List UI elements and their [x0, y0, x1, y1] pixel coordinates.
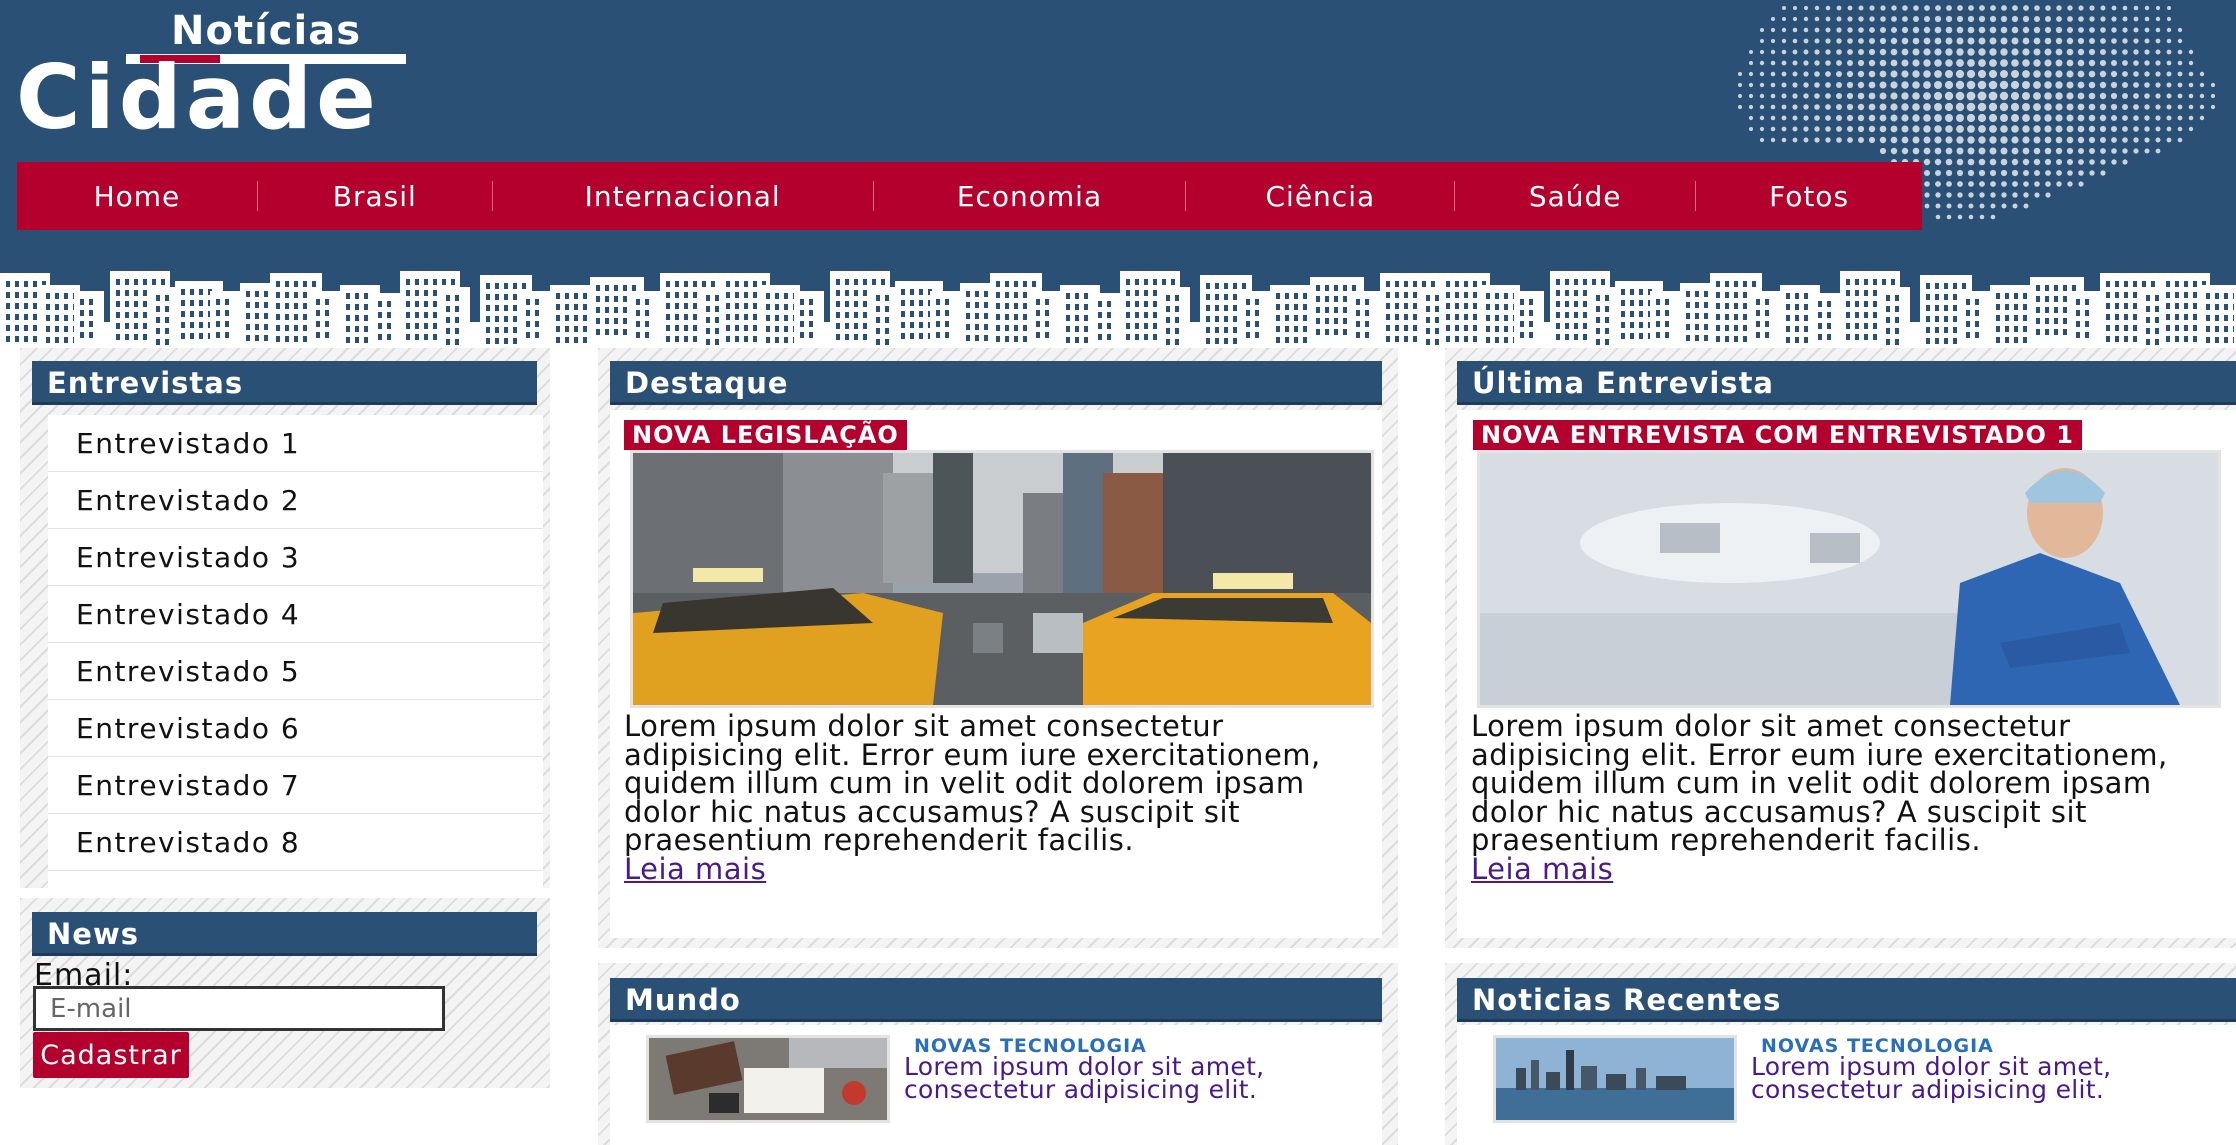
last-interview-text: Lorem ipsum dolor sit amet consectetur a… — [1471, 709, 2211, 886]
recent-panel: Noticias Recentes NOVAS TECNOLOGIA Lorem… — [1445, 963, 2236, 1145]
interview-item-5[interactable]: Entrevistado 5 — [48, 643, 543, 700]
desk-workspace-photo — [649, 1038, 887, 1120]
featured-read-more-link[interactable]: Leia mais — [624, 852, 766, 886]
world-panel: Mundo NOVAS TECNOLOGIA Lorem ipsum dolor… — [598, 963, 1398, 1145]
last-interview-read-more-link[interactable]: Leia mais — [1471, 852, 1613, 886]
site-logo[interactable]: Notícias Cidade — [16, 8, 486, 148]
interview-item-2[interactable]: Entrevistado 2 — [48, 472, 543, 529]
interviews-title: Entrevistas — [32, 361, 537, 405]
world-item[interactable]: NOVAS TECNOLOGIA Lorem ipsum dolor sit a… — [646, 1035, 1406, 1145]
city-skyline-photo — [1496, 1038, 1734, 1120]
world-title: Mundo — [610, 978, 1382, 1022]
nav-item-fotos[interactable]: Fotos — [1696, 162, 1922, 230]
interview-item-6[interactable]: Entrevistado 6 — [48, 700, 543, 757]
last-interview-tag: NOVA ENTREVISTA COM ENTREVISTADO 1 — [1473, 420, 2082, 450]
featured-panel: Destaque NOVA LEGISLAÇÃO Lorem ipsum dol… — [598, 348, 1398, 948]
last-interview-image[interactable] — [1477, 450, 2221, 708]
world-item-thumbnail[interactable] — [646, 1035, 890, 1123]
interview-item-7[interactable]: Entrevistado 7 — [48, 757, 543, 814]
featured-title: Destaque — [610, 361, 1382, 405]
subscribe-button[interactable]: Cadastrar — [33, 1032, 189, 1078]
site-header: Notícias Cidade Home Brasil Internaciona… — [0, 0, 2236, 345]
nav-item-saude[interactable]: Saúde — [1455, 162, 1695, 230]
doctor-photo — [1480, 453, 2218, 705]
nav-item-home[interactable]: Home — [17, 162, 257, 230]
featured-text: Lorem ipsum dolor sit amet consectetur a… — [624, 709, 1364, 886]
email-field[interactable] — [33, 986, 445, 1031]
recent-title: Noticias Recentes — [1457, 978, 2236, 1022]
world-list: NOVAS TECNOLOGIA Lorem ipsum dolor sit a… — [610, 1025, 1382, 1145]
recent-list: NOVAS TECNOLOGIA Lorem ipsum dolor sit a… — [1457, 1025, 2236, 1145]
nav-item-ciencia[interactable]: Ciência — [1186, 162, 1454, 230]
nav-item-brasil[interactable]: Brasil — [258, 162, 492, 230]
newsletter-box: News Email: Cadastrar — [20, 898, 550, 1088]
nav-item-economia[interactable]: Economia — [874, 162, 1186, 230]
last-interview-panel: Última Entrevista NOVA ENTREVISTA COM EN… — [1445, 348, 2236, 948]
recent-item-text[interactable]: Lorem ipsum dolor sit amet, consectetur … — [1751, 1054, 2151, 1102]
main-nav: Home Brasil Internacional Economia Ciênc… — [17, 162, 1922, 230]
city-street-taxis-photo — [633, 453, 1371, 705]
featured-article: NOVA LEGISLAÇÃO Lorem ipsum dolor sit am… — [610, 410, 1382, 938]
featured-image[interactable] — [630, 450, 1374, 708]
recent-item[interactable]: NOVAS TECNOLOGIA Lorem ipsum dolor sit a… — [1493, 1035, 2236, 1145]
nav-item-internacional[interactable]: Internacional — [493, 162, 873, 230]
featured-tag: NOVA LEGISLAÇÃO — [624, 420, 907, 450]
world-item-text[interactable]: Lorem ipsum dolor sit amet, consectetur … — [904, 1054, 1304, 1102]
interview-item-3[interactable]: Entrevistado 3 — [48, 529, 543, 586]
last-interview-body: Lorem ipsum dolor sit amet consectetur a… — [1471, 709, 2168, 857]
newsletter-title: News — [32, 912, 537, 956]
interview-item-4[interactable]: Entrevistado 4 — [48, 586, 543, 643]
interview-item-1[interactable]: Entrevistado 1 — [48, 415, 543, 472]
last-interview-article: NOVA ENTREVISTA COM ENTREVISTADO 1 Lorem… — [1457, 410, 2236, 938]
interview-item-8[interactable]: Entrevistado 8 — [48, 814, 543, 871]
last-interview-title: Última Entrevista — [1457, 361, 2236, 405]
recent-item-thumbnail[interactable] — [1493, 1035, 1737, 1123]
featured-body: Lorem ipsum dolor sit amet consectetur a… — [624, 709, 1321, 857]
interviews-list: Entrevistado 1 Entrevistado 2 Entrevista… — [48, 415, 543, 915]
interviews-sidebar: Entrevistas Entrevistado 1 Entrevistado … — [20, 348, 550, 915]
logo-main-text: Cidade — [16, 46, 380, 149]
city-skyline-graphic — [0, 271, 2236, 345]
